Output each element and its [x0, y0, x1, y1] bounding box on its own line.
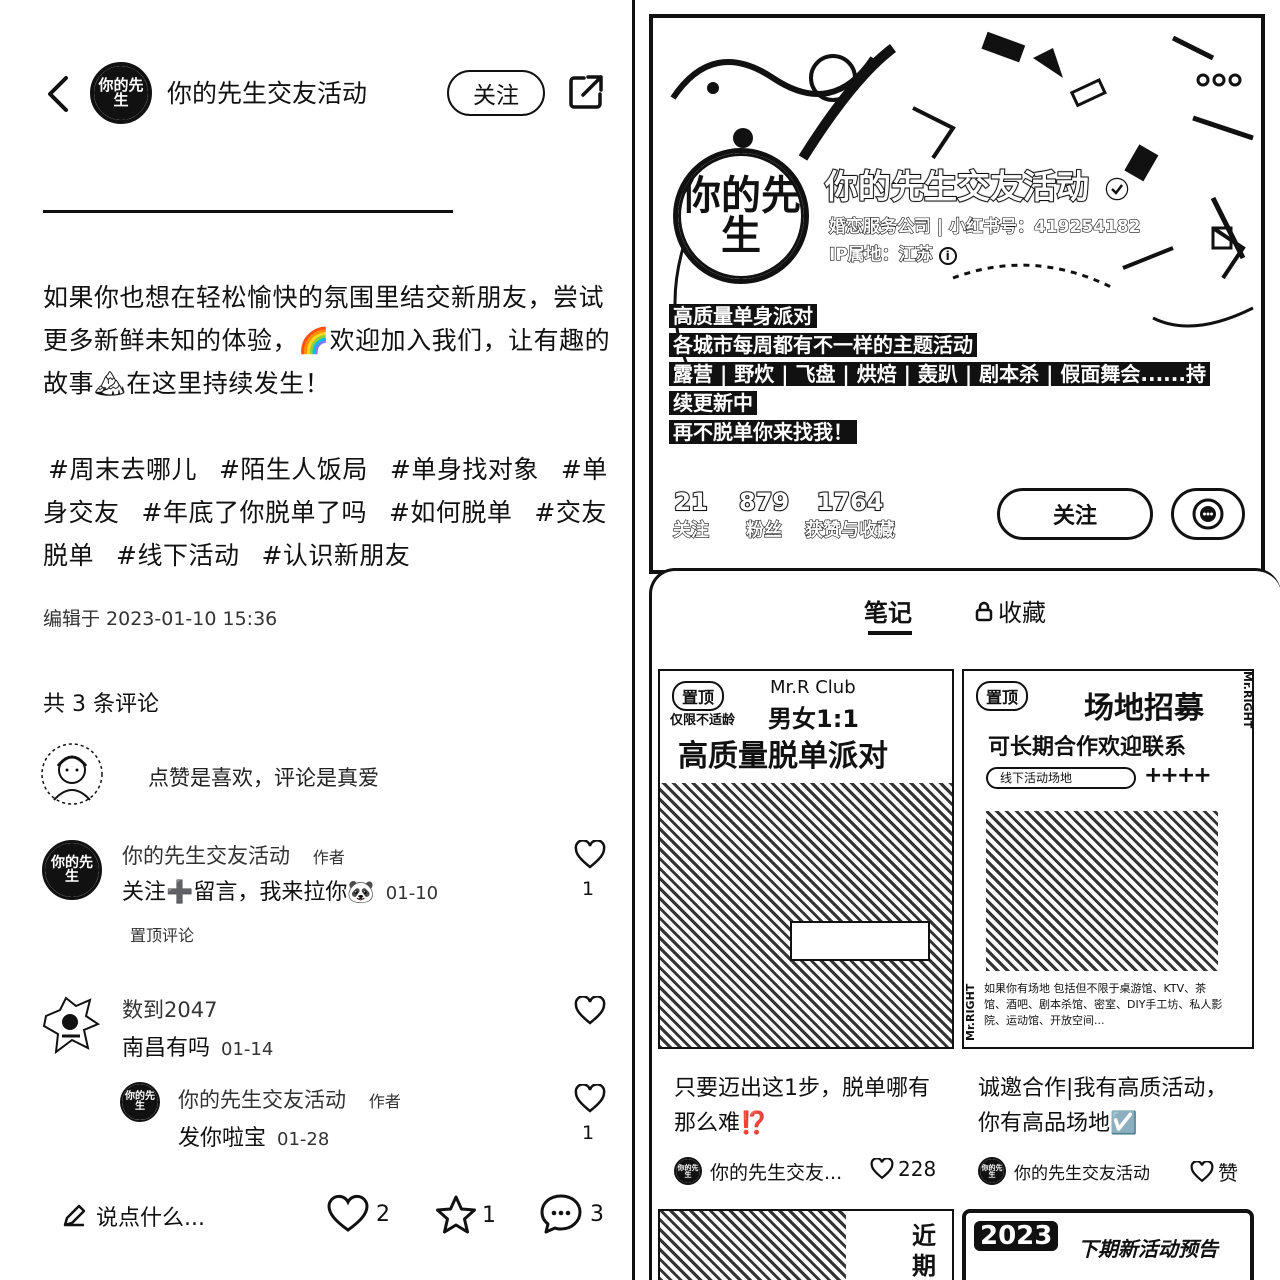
edit-timestamp: 编辑于 2023-01-10 15:36: [43, 608, 278, 630]
tab-notes[interactable]: 笔记: [864, 593, 912, 628]
follow-button[interactable]: 关注: [447, 70, 545, 116]
heart-icon: [1190, 1160, 1214, 1182]
profile-meta: 婚恋服务公司 | 小红书号：419254182: [828, 216, 1141, 237]
profile-avatar[interactable]: 你的先生: [673, 148, 809, 284]
note-like-button[interactable]: 赞: [1190, 1157, 1238, 1186]
note-cover[interactable]: 置顶 仅限不适龄 Mr.R Club 男女1:1 高质量脱单派对: [658, 669, 954, 1049]
account-avatar[interactable]: 你的先生: [90, 62, 152, 124]
back-icon[interactable]: [40, 70, 76, 118]
note-author-avatar: 你的先生: [674, 1157, 702, 1185]
message-button[interactable]: [1171, 488, 1245, 540]
comment-button[interactable]: 3: [538, 1192, 604, 1236]
favorite-button[interactable]: 1: [434, 1194, 496, 1236]
cover-photo: [660, 783, 952, 1047]
comment-username[interactable]: 数到2047: [122, 994, 217, 1024]
chat-icon: [1192, 498, 1224, 530]
reply-username: 你的先生交友活动 作者: [178, 1088, 401, 1112]
author-tag: 作者: [368, 1092, 401, 1111]
note-author[interactable]: 你的先生 你的先生交友活动: [978, 1157, 1150, 1185]
tag-link[interactable]: #年底了你脱单了吗: [142, 498, 367, 527]
heart-icon[interactable]: [574, 996, 606, 1026]
reply-text: 发你啦宝 01-28: [178, 1126, 330, 1151]
post-detail-panel: 你的先生 你的先生交友活动 关注 如果你也想在轻松愉快的氛围里结交新朋友，尝试更…: [0, 0, 632, 1280]
post-tags: #周末去哪儿 #陌生人饭局 #单身找对象 #单身交友 #年底了你脱单了吗 #如何脱单 #交友…: [43, 448, 618, 577]
info-icon[interactable]: i: [938, 247, 957, 265]
share-icon[interactable]: [566, 72, 606, 112]
note-cover[interactable]: 2023 下期新活动预告: [962, 1209, 1254, 1280]
tag-link[interactable]: #陌生人饭局: [219, 455, 368, 484]
commenter-avatar[interactable]: [40, 996, 102, 1054]
like-button[interactable]: 2: [326, 1194, 390, 1234]
tag-link[interactable]: #线下活动: [116, 541, 239, 570]
cover-photo-detail: [790, 921, 930, 961]
reply-avatar[interactable]: 你的先生: [120, 1082, 160, 1122]
note-title[interactable]: 只要迈出这1步，脱单哪有那么难⁉️: [674, 1071, 944, 1141]
comment-prompt[interactable]: 点赞是喜欢，评论是真爱: [148, 762, 379, 792]
profile-name: 你的先生交友活动: [824, 160, 1129, 208]
tag-link[interactable]: #单身找对象: [390, 455, 539, 484]
heart-icon[interactable]: [574, 1084, 606, 1114]
author-tag: 作者: [312, 848, 345, 867]
heart-icon: [327, 1194, 369, 1232]
comment-username: 你的先生交友活动 作者: [122, 844, 345, 868]
verified-icon: [1105, 177, 1128, 200]
cover-photo: [660, 1211, 846, 1280]
comment-text: 南昌有吗 01-14: [122, 1036, 274, 1061]
pinned-badge: 置顶: [976, 681, 1029, 711]
pencil-icon: [63, 1204, 86, 1227]
note-like-button[interactable]: 228: [870, 1157, 936, 1181]
profile-panel: 你的先生 你的先生交友活动 婚恋服务公司 | 小红书号：419254182 IP…: [635, 0, 1280, 1280]
profile-follow-button[interactable]: 关注: [997, 488, 1153, 540]
note-cover[interactable]: 近期: [658, 1209, 954, 1280]
note-author-avatar: 你的先生: [978, 1157, 1006, 1185]
comment-count: 共 3 条评论: [43, 692, 159, 717]
commenter-avatar[interactable]: 你的先生: [42, 840, 102, 900]
tag-link[interactable]: #周末去哪儿: [48, 455, 197, 484]
post-divider: [43, 210, 453, 213]
pinned-comment-label: 置顶评论: [130, 926, 195, 945]
ip-location: IP属地：江苏 i: [828, 240, 957, 266]
notes-section: 笔记 收藏 置顶 仅限不适龄 Mr.R Club 男女1:1 高质量脱单派对 只…: [649, 568, 1280, 1280]
cover-photo: [986, 811, 1218, 971]
cover-search-bar: 线下活动场地: [986, 767, 1136, 789]
active-tab-indicator: [868, 631, 912, 635]
cover-title: 高质量脱单派对: [678, 739, 888, 774]
profile-banner: 你的先生 你的先生交友活动 婚恋服务公司 | 小红书号：419254182 IP…: [649, 14, 1265, 574]
account-name[interactable]: 你的先生交友活动: [167, 74, 367, 110]
tag-link[interactable]: #认识新朋友: [261, 541, 410, 570]
post-body: 如果你也想在轻松愉快的氛围里结交新朋友，尝试更多新鲜未知的体验，🌈欢迎加入我们，…: [43, 283, 611, 398]
likes-stat[interactable]: 1764 获赞与收藏: [804, 487, 895, 542]
comment-text: 关注➕留言，我来拉你🐼 01-10: [122, 880, 439, 905]
pinned-badge: 置顶: [672, 681, 725, 711]
followers-stat[interactable]: 879 粉丝: [738, 487, 790, 542]
reply-like-count: 1: [582, 1122, 595, 1144]
user-avatar: [40, 742, 104, 806]
following-stat[interactable]: 21 关注: [672, 487, 709, 542]
tag-link[interactable]: #如何脱单: [389, 498, 512, 527]
heart-icon: [870, 1158, 894, 1180]
comment-like-count: 1: [582, 878, 595, 900]
note-title[interactable]: 诚邀合作|我有高质活动，你有高品场地☑️: [978, 1071, 1244, 1141]
note-cover[interactable]: 置顶 场地招募 可长期合作欢迎联系 线下活动场地 ++++ Mr.RIGHT M…: [962, 669, 1254, 1049]
profile-bio: 高质量单身派对 各城市每周都有不一样的主题活动 露营 | 野炊 | 飞盘 | 烘…: [669, 302, 1210, 447]
tab-favorites[interactable]: 收藏: [974, 593, 1046, 628]
heart-icon[interactable]: [574, 840, 606, 870]
star-icon: [436, 1195, 476, 1234]
cover-title: 场地招募: [1084, 691, 1204, 726]
note-author[interactable]: 你的先生 你的先生交友...: [674, 1157, 842, 1185]
comment-input[interactable]: 说点什么...: [60, 1200, 220, 1232]
comment-bubble-icon: [540, 1194, 582, 1234]
lock-icon: [975, 601, 993, 621]
